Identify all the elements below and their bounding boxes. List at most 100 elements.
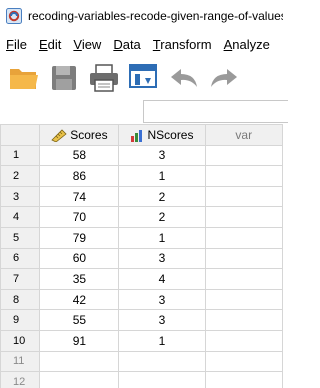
row-number[interactable]: 10 bbox=[0, 329, 41, 352]
cell-nscores[interactable]: 3 bbox=[118, 288, 206, 311]
table-row: 12 bbox=[0, 371, 283, 388]
cell-scores[interactable]: 91 bbox=[39, 329, 120, 352]
save-button[interactable] bbox=[48, 62, 80, 94]
corner-cell[interactable] bbox=[0, 124, 41, 146]
cell-var[interactable] bbox=[204, 144, 283, 167]
recall-dialog-icon bbox=[129, 64, 157, 88]
row-number[interactable]: 1 bbox=[0, 144, 41, 167]
ordinal-bars-icon bbox=[131, 130, 143, 143]
cell-scores[interactable]: 86 bbox=[39, 165, 120, 187]
table-row: 11 bbox=[0, 350, 283, 373]
row-number[interactable]: 8 bbox=[0, 288, 41, 311]
column-header-scores-label: Scores bbox=[70, 128, 108, 143]
table-row: 4 70 2 bbox=[0, 206, 283, 228]
menu-file[interactable]: File bbox=[0, 37, 33, 52]
column-header-var[interactable]: var bbox=[204, 124, 283, 146]
column-header-nscores-label: NScores bbox=[147, 128, 194, 143]
menu-analyze-label: nalyze bbox=[232, 36, 270, 52]
menu-analyze-mnemonic: A bbox=[223, 36, 233, 52]
cell-scores[interactable]: 58 bbox=[39, 144, 120, 167]
cell-var[interactable] bbox=[204, 206, 283, 228]
cell-scores[interactable]: 55 bbox=[39, 309, 120, 331]
cell-scores[interactable]: 42 bbox=[39, 288, 120, 311]
menu-file-mnemonic: F bbox=[6, 36, 14, 52]
cell-nscores[interactable]: 1 bbox=[118, 226, 206, 249]
cell-var[interactable] bbox=[204, 247, 283, 270]
menu-view[interactable]: View bbox=[67, 37, 107, 52]
cell-var[interactable] bbox=[204, 268, 283, 290]
print-button[interactable] bbox=[88, 62, 120, 94]
row-number[interactable]: 12 bbox=[0, 371, 41, 388]
save-disk-icon bbox=[52, 66, 76, 90]
menu-transform[interactable]: Transform bbox=[147, 37, 218, 52]
cell-var[interactable] bbox=[204, 288, 283, 311]
menu-analyze[interactable]: Analyze bbox=[218, 37, 276, 52]
row-number[interactable]: 11 bbox=[0, 350, 41, 373]
row-number[interactable]: 4 bbox=[0, 206, 41, 228]
menu-view-mnemonic: V bbox=[73, 36, 82, 52]
open-folder-icon bbox=[10, 69, 38, 89]
cell-var[interactable] bbox=[204, 329, 283, 352]
title-bar: recoding-variables-recode-given-range-of… bbox=[0, 0, 283, 32]
open-button[interactable] bbox=[8, 62, 40, 94]
undo-button[interactable] bbox=[168, 62, 200, 94]
cell-var[interactable] bbox=[204, 371, 283, 388]
cell-nscores[interactable] bbox=[118, 350, 206, 373]
redo-button[interactable] bbox=[208, 62, 240, 94]
cell-var[interactable] bbox=[204, 165, 283, 187]
cell-nscores[interactable]: 3 bbox=[118, 144, 206, 167]
cell-nscores[interactable]: 3 bbox=[118, 247, 206, 270]
cell-var[interactable] bbox=[204, 350, 283, 373]
undo-icon bbox=[171, 69, 197, 87]
menu-data-label: ata bbox=[122, 36, 141, 52]
row-number[interactable]: 9 bbox=[0, 309, 41, 331]
data-grid: Scores NScores var 1 58 3 2 86 1 3 74 2 … bbox=[0, 124, 283, 388]
menu-edit-mnemonic: E bbox=[38, 36, 48, 52]
table-row: 10 91 1 bbox=[0, 329, 283, 352]
menu-data[interactable]: Data bbox=[107, 37, 146, 52]
cell-value-editor[interactable] bbox=[143, 100, 288, 123]
cell-scores[interactable]: 70 bbox=[39, 206, 120, 228]
cell-nscores[interactable]: 2 bbox=[118, 206, 206, 228]
row-number[interactable]: 5 bbox=[0, 226, 41, 249]
redo-icon bbox=[211, 69, 237, 87]
cell-scores[interactable]: 35 bbox=[39, 268, 120, 290]
row-number[interactable]: 3 bbox=[0, 185, 41, 208]
table-row: 1 58 3 bbox=[0, 144, 283, 167]
row-number[interactable]: 2 bbox=[0, 165, 41, 187]
data-table: Scores NScores var 1 58 3 2 86 1 3 74 2 … bbox=[0, 124, 283, 388]
cell-scores[interactable] bbox=[39, 371, 120, 388]
cell-nscores[interactable]: 3 bbox=[118, 309, 206, 331]
menu-view-label: iew bbox=[81, 36, 102, 52]
cell-nscores[interactable]: 2 bbox=[118, 185, 206, 208]
menu-data-mnemonic: D bbox=[113, 36, 123, 52]
cell-nscores[interactable] bbox=[118, 371, 206, 388]
cell-var[interactable] bbox=[204, 226, 283, 249]
table-row: 7 35 4 bbox=[0, 268, 283, 290]
window-title: recoding-variables-recode-given-range-of… bbox=[28, 9, 283, 23]
cell-var[interactable] bbox=[204, 309, 283, 331]
table-row: 3 74 2 bbox=[0, 185, 283, 208]
cell-var[interactable] bbox=[204, 185, 283, 208]
cell-nscores[interactable]: 1 bbox=[118, 165, 206, 187]
scale-ruler-icon bbox=[51, 129, 67, 143]
row-number[interactable]: 7 bbox=[0, 268, 41, 290]
print-icon bbox=[90, 64, 118, 92]
table-row: 6 60 3 bbox=[0, 247, 283, 270]
menu-edit[interactable]: Edit bbox=[33, 37, 67, 52]
column-header-nscores[interactable]: NScores bbox=[118, 124, 206, 146]
table-row: 5 79 1 bbox=[0, 226, 283, 249]
menu-bar: File Edit View Data Transform Analyze bbox=[0, 32, 283, 56]
recall-dialog-button[interactable] bbox=[128, 62, 160, 94]
column-header-scores[interactable]: Scores bbox=[39, 124, 120, 146]
row-number[interactable]: 6 bbox=[0, 247, 41, 270]
header-row: Scores NScores var bbox=[0, 124, 283, 146]
table-row: 9 55 3 bbox=[0, 309, 283, 331]
cell-scores[interactable]: 79 bbox=[39, 226, 120, 249]
cell-scores[interactable]: 60 bbox=[39, 247, 120, 270]
cell-scores[interactable]: 74 bbox=[39, 185, 120, 208]
cell-nscores[interactable]: 1 bbox=[118, 329, 206, 352]
cell-nscores[interactable]: 4 bbox=[118, 268, 206, 290]
menu-transform-label: ransform bbox=[160, 36, 212, 52]
cell-scores[interactable] bbox=[39, 350, 120, 373]
